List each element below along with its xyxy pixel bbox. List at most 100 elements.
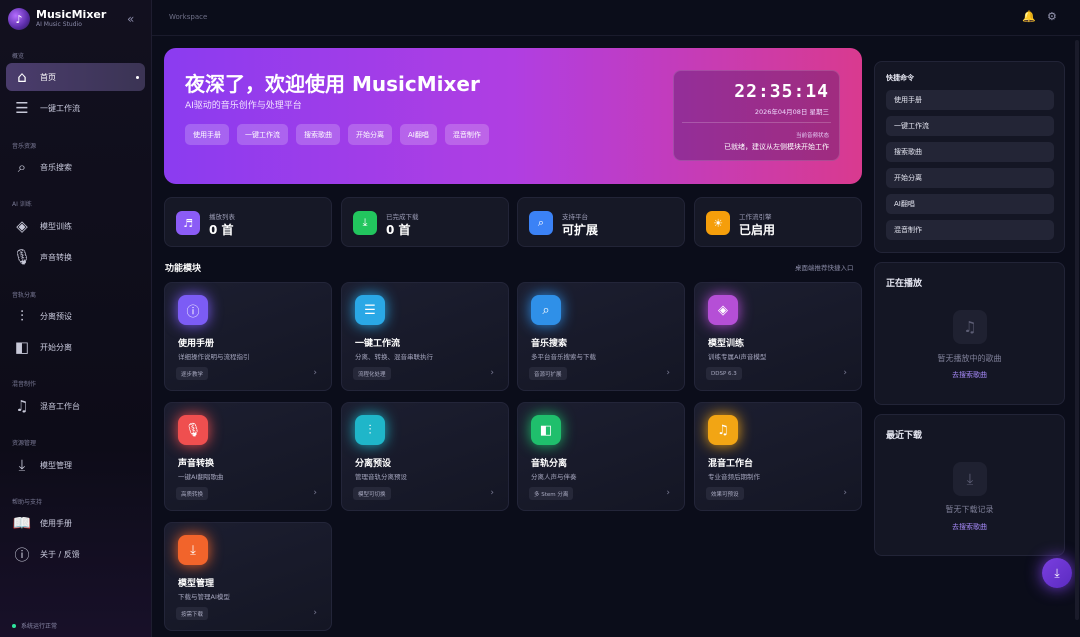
stat-playlist: ♬ 播放列表 0 首: [164, 197, 332, 247]
feature-title: 声音转换: [178, 459, 215, 469]
music-note-icon: ♫: [15, 397, 29, 415]
stat-downloads: ⤓ 已完成下载 0 首: [341, 197, 509, 247]
sidebar-item-mix-studio[interactable]: ♫ 混音工作台: [6, 392, 145, 420]
feature-desc: 分离人声与伴奏: [531, 473, 577, 481]
brand: ♪ MusicMixer AI Music Studio: [8, 8, 106, 30]
feature-card-music-search[interactable]: ⌕ 音乐搜索 多平台音乐搜索与下载 音源可扩展 ›: [517, 282, 685, 391]
stat-workflow-engine: ☀ 工作流引擎 已启用: [694, 197, 862, 247]
sidebar-item-music-search[interactable]: ⌕ 音乐搜索: [6, 153, 145, 181]
chevron-right-icon: ›: [666, 488, 670, 498]
audio-status-text: 已就绪，建议从左侧模块开始工作: [724, 143, 829, 151]
hero-button-workflow[interactable]: 一键工作流: [237, 124, 288, 145]
feature-desc: 管理音轨分离预设: [355, 473, 407, 481]
sidebar-item-about[interactable]: ⓘ 关于 / 反馈: [6, 540, 145, 568]
feature-desc: 专业音频后期制作: [708, 473, 760, 481]
scrollbar[interactable]: [1075, 40, 1079, 620]
hero-title: 夜深了，欢迎使用 MusicMixer: [185, 72, 480, 96]
feature-card-model-training[interactable]: ◈ 模型训练 训练专属AI声音模型 DDSP 6.3 ›: [694, 282, 862, 391]
quick-command-mix[interactable]: 混音制作: [886, 220, 1054, 240]
chevron-right-icon: ›: [843, 368, 847, 378]
sidebar-item-label: 开始分离: [40, 342, 72, 352]
collapse-sidebar-icon[interactable]: «: [127, 12, 134, 26]
feature-title: 使用手册: [178, 339, 215, 349]
features-hint: 桌面端推荐快捷入口: [795, 264, 854, 272]
sidebar-item-workflow[interactable]: ☰ 一键工作流: [6, 94, 145, 122]
hero-button-search[interactable]: 搜索歌曲: [296, 124, 340, 145]
search-icon: ⌕: [531, 295, 561, 325]
sidebar: ♪ MusicMixer AI Music Studio « 概览 ⌂ 首页 ☰…: [0, 0, 152, 637]
go-search-link[interactable]: 去搜索歌曲: [875, 522, 1064, 532]
quick-command-split[interactable]: 开始分离: [886, 168, 1054, 188]
feature-desc: 一键AI翻唱歌曲: [178, 473, 224, 481]
hero-button-ai-cover[interactable]: AI翻唱: [400, 124, 437, 145]
feature-card-track-split[interactable]: ◧ 音轨分离 分离人声与伴奏 多 Stem 分离 ›: [517, 402, 685, 511]
layers-icon: ◈: [708, 295, 738, 325]
feature-tag: DDSP 6.3: [706, 367, 742, 380]
go-search-link[interactable]: 去搜索歌曲: [875, 370, 1064, 380]
feature-card-model-manage[interactable]: ⤓ 模型管理 下载与管理AI模型 按需下载 ›: [164, 522, 332, 631]
feature-desc: 下载与管理AI模型: [178, 593, 230, 601]
system-status-text: 系统运行正常: [21, 623, 58, 630]
info-icon: ⓘ: [178, 295, 208, 325]
sidebar-item-label: 首页: [40, 72, 56, 82]
now-playing-title: 正在播放: [886, 279, 923, 289]
sliders-icon: ⫶: [355, 415, 385, 445]
feature-tag: 流程化处理: [353, 367, 391, 380]
sidebar-item-label: 关于 / 反馈: [40, 549, 80, 559]
sliders-icon: ⫶: [20, 307, 24, 325]
chevron-right-icon: ›: [490, 488, 494, 498]
feature-tag: 音源可扩展: [529, 367, 567, 380]
recent-downloads-panel: 最近下载 ⤓ 暂无下载记录 去搜索歌曲: [874, 414, 1065, 556]
system-status: 系统运行正常: [12, 621, 57, 630]
section-label: 音轨分离: [12, 292, 37, 299]
music-icon: ♬: [176, 211, 200, 235]
feature-title: 分离预设: [355, 459, 392, 469]
sidebar-item-label: 音乐搜索: [40, 162, 72, 172]
download-icon: ⤓: [18, 456, 26, 474]
now-playing-empty: 暂无播放中的歌曲: [937, 354, 1002, 363]
sidebar-item-home[interactable]: ⌂ 首页: [6, 63, 145, 91]
sidebar-item-split-preset[interactable]: ⫶ 分离预设: [6, 302, 145, 330]
sidebar-item-voice-convert[interactable]: 🎙 声音转换: [6, 243, 145, 271]
stat-value: 0 首: [209, 223, 234, 237]
stat-platforms: ⌕ 支持平台 可扩展: [517, 197, 685, 247]
feature-card-voice-convert[interactable]: 🎙 声音转换 一键AI翻唱歌曲 高质转换 ›: [164, 402, 332, 511]
hero-button-manual[interactable]: 使用手册: [185, 124, 229, 145]
quick-commands-panel: 快捷命令 使用手册 一键工作流 搜索歌曲 开始分离 AI翻唱 混音制作: [874, 61, 1065, 253]
quick-command-manual[interactable]: 使用手册: [886, 90, 1054, 110]
brand-name: MusicMixer: [36, 8, 107, 21]
sidebar-item-manual[interactable]: 📖 使用手册: [6, 509, 145, 537]
workflow-icon: ☰: [15, 99, 29, 117]
sidebar-item-label: 一键工作流: [40, 103, 80, 113]
sidebar-item-model-training[interactable]: ◈ 模型训练: [6, 212, 145, 240]
hero-button-split[interactable]: 开始分离: [348, 124, 392, 145]
settings-icon[interactable]: ⚙: [1047, 10, 1057, 23]
sidebar-item-start-split[interactable]: ◧ 开始分离: [6, 333, 145, 361]
brand-sub: AI Music Studio: [36, 21, 82, 28]
logo-icon: ♪: [8, 8, 30, 30]
quick-command-workflow[interactable]: 一键工作流: [886, 116, 1054, 136]
topbar: Workspace 🔔 ⚙: [152, 0, 1080, 36]
sidebar-item-label: 分离预设: [40, 311, 72, 321]
feature-card-split-preset[interactable]: ⫶ 分离预设 管理音轨分离预设 模型可切换 ›: [341, 402, 509, 511]
download-fab-button[interactable]: ⤓: [1042, 558, 1072, 588]
section-label: 概览: [12, 53, 25, 60]
bell-icon[interactable]: 🔔: [1022, 10, 1036, 23]
feature-card-workflow[interactable]: ☰ 一键工作流 分离、转换、混音串联执行 流程化处理 ›: [341, 282, 509, 391]
hero-button-mix[interactable]: 混音制作: [444, 124, 489, 145]
now-playing-panel: 正在播放 ♫ 暂无播放中的歌曲 去搜索歌曲: [874, 262, 1065, 405]
sidebar-item-label: 模型训练: [40, 221, 72, 231]
feature-card-manual[interactable]: ⓘ 使用手册 详细操作说明与流程指引 逐步教学 ›: [164, 282, 332, 391]
chevron-right-icon: ›: [843, 488, 847, 498]
quick-command-ai-cover[interactable]: AI翻唱: [886, 194, 1054, 214]
quick-command-search[interactable]: 搜索歌曲: [886, 142, 1054, 162]
feature-card-mix-studio[interactable]: ♫ 混音工作台 专业音频后期制作 效果可预设 ›: [694, 402, 862, 511]
workspace-label: Workspace: [169, 13, 208, 21]
chevron-right-icon: ›: [666, 368, 670, 378]
stat-label: 支持平台: [562, 213, 588, 221]
sidebar-item-label: 混音工作台: [40, 401, 80, 411]
sidebar-item-model-manage[interactable]: ⤓ 模型管理: [6, 451, 145, 479]
status-dot: [12, 623, 16, 628]
hero-subtitle: AI驱动的音乐创作与处理平台: [185, 101, 302, 111]
feature-tag: 模型可切换: [353, 487, 391, 500]
